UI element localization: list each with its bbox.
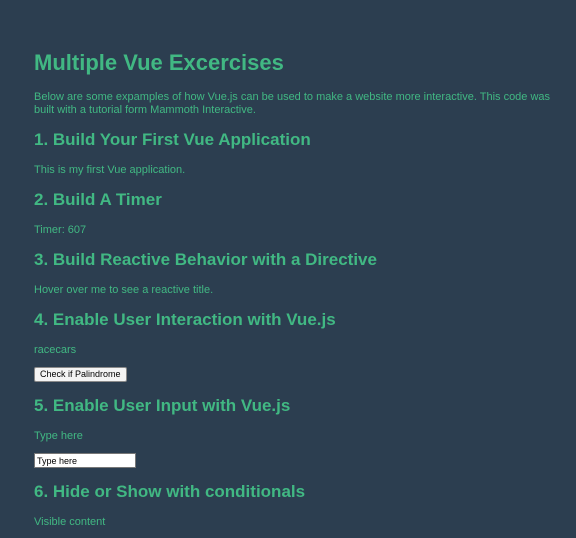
visible-content-text: Visible content <box>34 516 106 528</box>
intro-paragraph: Below are some expamples of how Vue.js c… <box>34 91 551 116</box>
page-title: Multiple Vue Excercises <box>34 50 284 75</box>
first-vue-app-text: This is my first Vue application. <box>34 164 186 176</box>
section-1-heading: 1. Build Your First Vue Application <box>34 130 311 149</box>
section-2-heading: 2. Build A Timer <box>34 190 162 209</box>
timer-text: Timer: 607 <box>34 224 87 236</box>
section-4-heading: 4. Enable User Interaction with Vue.js <box>34 310 336 329</box>
reactive-title-text[interactable]: Hover over me to see a reactive title. <box>34 283 213 297</box>
input-echo-text: Type here <box>34 430 83 442</box>
section-5-heading: 5. Enable User Input with Vue.js <box>34 396 291 415</box>
palindrome-word-text: racecars <box>34 344 77 356</box>
check-palindrome-button[interactable]: Check if Palindrome <box>34 367 127 382</box>
section-3-heading: 3. Build Reactive Behavior with a Direct… <box>34 250 377 269</box>
section-6-heading: 6. Hide or Show with conditionals <box>34 482 306 501</box>
user-input-field[interactable] <box>34 453 136 468</box>
